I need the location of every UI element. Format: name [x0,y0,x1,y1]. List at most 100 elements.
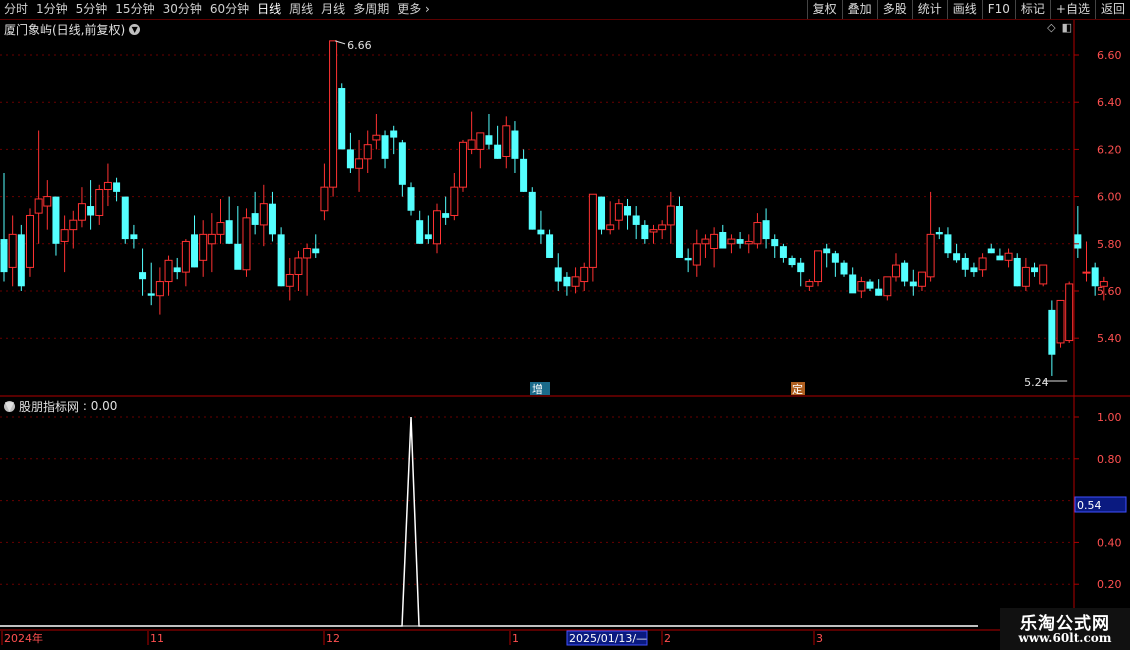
marker-zeng-text: 增 [532,382,543,396]
candle-body-down [147,293,155,296]
main-y-tick-label: 5.80 [1097,238,1122,251]
candle [25,208,34,277]
candle [996,248,1004,261]
candle-body-up [1056,299,1065,344]
candle-body-down [381,135,389,159]
candle-body-up [433,210,441,245]
candle [407,182,415,216]
candle [571,267,580,294]
period-tab-6[interactable]: 日线 [253,0,285,19]
kline-chart[interactable]: 6.60 6.40 6.20 6.00 5.80 5.60 5.40 1.00 0.80 0.4… [0,0,1130,650]
candle [103,163,112,207]
action-button-0[interactable]: 复权 [806,0,842,19]
candle [338,83,346,150]
action-button-7[interactable]: +自选 [1049,0,1095,19]
period-tab-0[interactable]: 分时 [0,0,32,19]
candle [563,272,571,296]
marker-zeng: 增 [530,382,550,396]
candle-body-down [675,206,683,258]
indicator-menu-icon[interactable]: ▼ [4,400,15,412]
action-button-6[interactable]: 标记 [1014,0,1050,19]
candle [632,206,640,240]
candle-body-down [442,213,450,218]
candle [719,224,727,249]
main-y-tick-label: 5.60 [1097,285,1122,298]
candle-body-down [173,267,181,273]
candle [614,198,623,230]
high-label: 6.66 [347,39,372,52]
period-tab-9[interactable]: 多周期 [349,0,393,19]
candle [1039,264,1048,287]
period-tab-10[interactable]: 更多 › [393,0,434,19]
candle-body-down [909,281,917,287]
period-tab-1[interactable]: 1分钟 [32,0,72,19]
candle-body-up [60,229,69,242]
panel-toggle-icon[interactable]: ◧ [1062,21,1072,34]
candle-body-up [658,224,667,231]
candle-body-up [1004,252,1013,261]
action-button-2[interactable]: 多股 [876,0,912,19]
candle [17,224,25,291]
candle-body-up [34,198,43,214]
candle [121,196,129,244]
candle-body-down [987,248,995,254]
candle [8,215,17,287]
x-tick-label: 12 [326,632,340,645]
candle-body-up [363,144,372,160]
candle-body-up [814,250,823,283]
candle-body-up [372,134,381,141]
indicator-y-tick-label: 0.20 [1097,578,1122,591]
candle [216,198,225,244]
candle [891,253,900,282]
candle-body-up [95,189,104,216]
candle-body-up [199,233,208,261]
candle-body-down [485,135,493,145]
candle [788,255,796,268]
period-tab-7[interactable]: 周线 [285,0,317,19]
action-button-4[interactable]: 画线 [946,0,982,19]
candle [312,234,320,258]
candle-body-up [155,281,164,297]
candle [191,215,199,268]
candle [416,210,424,244]
candle [199,220,208,277]
diamond-icon[interactable]: ◇ [1047,21,1055,34]
candle [450,173,459,221]
candle [779,243,787,263]
candle [424,215,432,244]
period-tab-4[interactable]: 30分钟 [159,0,206,19]
candle-body-up [588,193,597,268]
candle-body-up [502,125,511,157]
candle-body-up [1021,266,1030,287]
dropdown-chevron-icon[interactable]: ▼ [129,23,141,35]
candle-body-down [251,213,259,225]
candle [268,191,276,242]
main-y-ticks: 6.60 6.40 6.20 6.00 5.80 5.60 5.40 [1074,49,1122,345]
low-label: 5.24 [1024,376,1049,389]
candle-body-down [953,253,961,261]
period-tab-8[interactable]: 月线 [317,0,349,19]
period-tab-5[interactable]: 60分钟 [206,0,253,19]
period-tab-2[interactable]: 5分钟 [72,0,112,19]
indicator-gridlines [0,416,1074,585]
main-y-tick-label: 6.20 [1097,143,1122,156]
x-tick-label: 11 [150,632,164,645]
period-tab-3[interactable]: 15分钟 [111,0,158,19]
candle-body-down [130,234,138,240]
candle-body-down [779,246,787,258]
candle-body-down [935,232,943,235]
candle [1056,299,1065,348]
candle-body-down [520,158,528,192]
candle-body-down [840,262,848,275]
marker-ding: 定 [791,382,805,396]
candle-body-down [762,220,770,240]
candle-body-down [996,255,1004,261]
action-button-8[interactable]: 返回 [1094,0,1130,19]
candle-body-up [571,276,580,287]
action-button-3[interactable]: 统计 [911,0,947,19]
candle-body-up [450,186,459,216]
candle [69,210,78,249]
action-button-1[interactable]: 叠加 [841,0,877,19]
action-button-5[interactable]: F10 [981,0,1015,19]
candle [458,139,467,192]
